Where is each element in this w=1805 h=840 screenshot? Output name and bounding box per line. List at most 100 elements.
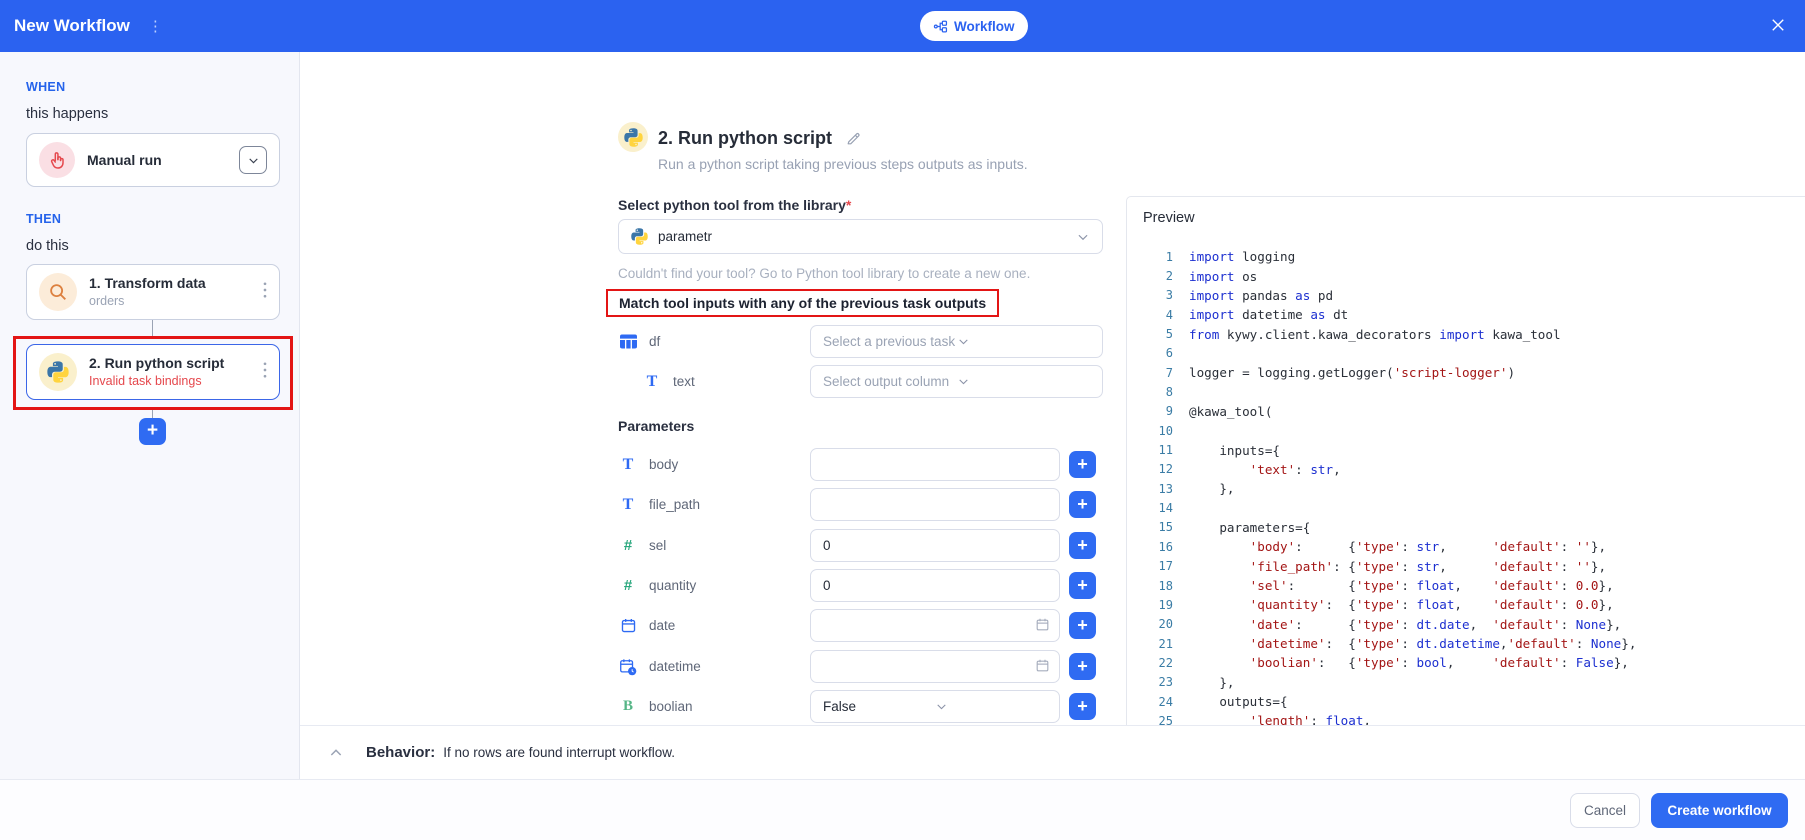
datetime-icon bbox=[618, 658, 638, 676]
line-number: 18 bbox=[1127, 579, 1173, 593]
workflow-sidebar: WHEN this happens Manual run THEN do thi… bbox=[0, 52, 300, 779]
task-card-1[interactable]: 1. Transform data orders bbox=[26, 264, 280, 320]
line-number: 22 bbox=[1127, 656, 1173, 670]
binding-placeholder: Select a previous task bbox=[823, 334, 957, 349]
when-subtitle: this happens bbox=[26, 106, 108, 122]
code-editor[interactable]: 1 import logging 2 import os 3 import pa… bbox=[1127, 247, 1805, 745]
kebab-menu-icon[interactable] bbox=[263, 362, 267, 383]
code-line: 6 bbox=[1127, 344, 1805, 363]
code-line: 24 outputs={ bbox=[1127, 692, 1805, 711]
param-select-boolian[interactable]: False bbox=[810, 690, 1060, 723]
code-line: 11 inputs={ bbox=[1127, 440, 1805, 459]
line-number: 1 bbox=[1127, 250, 1173, 264]
workflow-badge-label: Workflow bbox=[954, 19, 1015, 34]
line-number: 23 bbox=[1127, 675, 1173, 689]
close-icon[interactable] bbox=[1769, 16, 1789, 36]
add-value-button[interactable]: + bbox=[1069, 572, 1096, 599]
add-value-button[interactable]: + bbox=[1069, 532, 1096, 559]
number-icon: # bbox=[618, 577, 638, 594]
tool-select-label: Select python tool from the library* bbox=[618, 197, 851, 213]
binding-select-df[interactable]: Select a previous task bbox=[810, 325, 1103, 358]
task-card-2[interactable]: 2. Run python script Invalid task bindin… bbox=[26, 344, 280, 400]
add-value-button[interactable]: + bbox=[1069, 451, 1096, 478]
param-input-sel[interactable] bbox=[810, 529, 1060, 562]
code-line: 22 'boolian': {'type': bool, 'default': … bbox=[1127, 653, 1805, 672]
param-name: date bbox=[649, 618, 675, 633]
parameters-label: Parameters bbox=[618, 418, 694, 434]
task-title: 2. Run python script bbox=[89, 354, 263, 373]
line-number: 3 bbox=[1127, 288, 1173, 302]
line-number: 11 bbox=[1127, 443, 1173, 457]
step-title: 2. Run python script bbox=[658, 128, 832, 149]
param-row-date: date + bbox=[618, 609, 1096, 642]
text-icon: T bbox=[618, 496, 638, 514]
workflow-badge[interactable]: Workflow bbox=[920, 11, 1028, 41]
param-input-quantity[interactable] bbox=[810, 569, 1060, 602]
manual-run-icon bbox=[39, 142, 75, 178]
then-label: THEN bbox=[26, 212, 61, 226]
code-line: 21 'datetime': {'type': dt.datetime,'def… bbox=[1127, 634, 1805, 653]
kebab-menu-icon[interactable] bbox=[263, 282, 267, 303]
task-subtitle: Invalid task bindings bbox=[89, 373, 263, 389]
behavior-text: If no rows are found interrupt workflow. bbox=[443, 745, 675, 760]
python-icon bbox=[618, 122, 648, 152]
python-tool-select[interactable]: parametr bbox=[618, 219, 1103, 254]
trigger-card-manual-run[interactable]: Manual run bbox=[26, 133, 280, 187]
trigger-chevron-down-button[interactable] bbox=[239, 146, 267, 174]
add-value-button[interactable]: + bbox=[1069, 653, 1096, 680]
param-row-boolian: B boolian False + bbox=[618, 690, 1096, 723]
boolean-icon: B bbox=[618, 698, 638, 715]
preview-title: Preview bbox=[1143, 210, 1195, 226]
code-line: 19 'quantity': {'type': float, 'default'… bbox=[1127, 595, 1805, 614]
then-subtitle: do this bbox=[26, 238, 69, 254]
kebab-menu-icon[interactable]: ⋮ bbox=[148, 17, 163, 35]
line-number: 12 bbox=[1127, 462, 1173, 476]
add-task-button[interactable]: + bbox=[139, 418, 166, 445]
text-icon: T bbox=[642, 373, 662, 391]
code-line: 4 import datetime as dt bbox=[1127, 305, 1805, 324]
code-line: 18 'sel': {'type': float, 'default': 0.0… bbox=[1127, 576, 1805, 595]
param-input-date[interactable] bbox=[810, 609, 1060, 642]
behavior-bar: Behavior: If no rows are found interrupt… bbox=[300, 725, 1805, 779]
edit-pencil-icon[interactable] bbox=[845, 130, 862, 152]
param-row-quantity: # quantity + bbox=[618, 569, 1096, 602]
code-line: 16 'body': {'type': str, 'default': ''}, bbox=[1127, 537, 1805, 556]
code-line: 20 'date': {'type': dt.date, 'default': … bbox=[1127, 615, 1805, 634]
code-line: 10 bbox=[1127, 421, 1805, 440]
code-line: 9 @kawa_tool( bbox=[1127, 402, 1805, 421]
add-value-button[interactable]: + bbox=[1069, 612, 1096, 639]
code-line: 12 'text': str, bbox=[1127, 460, 1805, 479]
cancel-button[interactable]: Cancel bbox=[1570, 793, 1640, 828]
search-icon bbox=[39, 273, 77, 311]
param-name: sel bbox=[649, 538, 666, 553]
code-line: 17 'file_path': {'type': str, 'default':… bbox=[1127, 557, 1805, 576]
line-number: 20 bbox=[1127, 617, 1173, 631]
param-input-datetime[interactable] bbox=[810, 650, 1060, 683]
param-input-file_path[interactable] bbox=[810, 488, 1060, 521]
trigger-label: Manual run bbox=[87, 151, 239, 170]
line-number: 19 bbox=[1127, 598, 1173, 612]
calendar-icon[interactable] bbox=[1035, 658, 1050, 678]
table-icon bbox=[618, 333, 638, 350]
binding-select-text[interactable]: Select output column bbox=[810, 365, 1103, 398]
add-value-button[interactable]: + bbox=[1069, 693, 1096, 720]
line-number: 5 bbox=[1127, 327, 1173, 341]
create-workflow-button[interactable]: Create workflow bbox=[1651, 793, 1788, 828]
task-subtitle: orders bbox=[89, 293, 263, 309]
line-number: 9 bbox=[1127, 404, 1173, 418]
chevron-up-icon[interactable] bbox=[328, 745, 344, 761]
add-value-button[interactable]: + bbox=[1069, 491, 1096, 518]
text-icon: T bbox=[618, 456, 638, 474]
python-icon bbox=[39, 353, 77, 391]
calendar-icon[interactable] bbox=[1035, 617, 1050, 637]
behavior-label: Behavior: bbox=[366, 744, 435, 761]
code-line: 15 parameters={ bbox=[1127, 518, 1805, 537]
param-name: quantity bbox=[649, 578, 696, 593]
chevron-down-icon bbox=[935, 700, 1047, 713]
line-number: 24 bbox=[1127, 695, 1173, 709]
code-line: 23 }, bbox=[1127, 673, 1805, 692]
code-line: 3 import pandas as pd bbox=[1127, 286, 1805, 305]
line-number: 4 bbox=[1127, 308, 1173, 322]
param-input-body[interactable] bbox=[810, 448, 1060, 481]
footer-bar: Cancel Create workflow bbox=[0, 779, 1805, 840]
